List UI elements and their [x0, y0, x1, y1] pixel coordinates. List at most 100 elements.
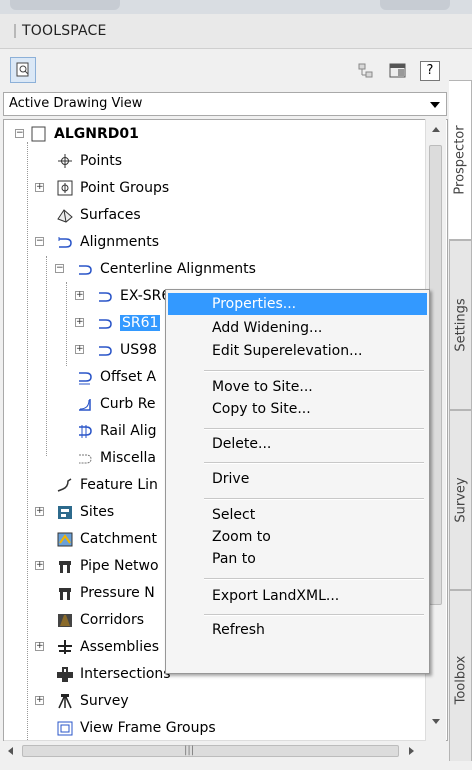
- tree-item-miscellaneous[interactable]: Miscella: [76, 445, 156, 471]
- menu-separator: [204, 428, 424, 430]
- tree-item-surfaces[interactable]: Surfaces: [56, 202, 141, 228]
- menu-item-move-to-site[interactable]: Move to Site...: [168, 376, 427, 398]
- toolspace-titlebar[interactable]: TOOLSPACE: [0, 14, 472, 49]
- tab-label: Settings: [453, 298, 468, 352]
- scroll-down-icon[interactable]: [432, 719, 440, 724]
- expand-toggle[interactable]: +: [35, 561, 44, 570]
- expand-toggle[interactable]: +: [75, 345, 84, 354]
- menu-item-select[interactable]: Select: [168, 504, 427, 526]
- tree-item-centerline-alignments[interactable]: Centerline Alignments: [76, 256, 256, 282]
- assembly-icon: [58, 640, 72, 654]
- context-menu: Properties... Add Widening... Edit Super…: [165, 289, 430, 674]
- tree-item-catchments[interactable]: Catchment: [56, 526, 157, 552]
- view-frame-icon: [57, 721, 73, 736]
- tree-horizontal-scrollbar[interactable]: |||: [4, 740, 425, 761]
- alignment-icon: [99, 346, 112, 356]
- expand-toggle[interactable]: +: [75, 318, 84, 327]
- menu-item-properties[interactable]: Properties...: [168, 293, 427, 315]
- expand-toggle[interactable]: +: [35, 507, 44, 516]
- tree-item-alignments[interactable]: Alignments: [56, 229, 159, 255]
- tree-item-pipe-networks[interactable]: Pipe Netwo: [56, 553, 159, 579]
- menu-item-copy-to-site[interactable]: Copy to Site...: [168, 398, 427, 420]
- collapse-toggle[interactable]: −: [55, 264, 64, 273]
- tree-item-points[interactable]: Points: [56, 148, 122, 174]
- corridor-icon: [58, 614, 72, 627]
- menu-separator: [204, 578, 424, 580]
- help-icon[interactable]: ?: [420, 61, 440, 81]
- tree-item-offset-alignments[interactable]: Offset A: [76, 364, 156, 390]
- pipe-icon: [59, 588, 71, 600]
- alignment-icon: [99, 292, 112, 302]
- tab-label: Survey: [453, 477, 468, 523]
- tree-item-pressure-networks[interactable]: Pressure N: [56, 580, 155, 606]
- menu-separator: [204, 462, 424, 464]
- tab-survey[interactable]: Survey: [449, 410, 472, 590]
- survey-icon: [58, 694, 72, 709]
- point-icon: [58, 154, 72, 168]
- view-dropdown-value: Active Drawing View: [9, 96, 143, 111]
- expand-toggle[interactable]: +: [35, 642, 44, 651]
- tree-item-rail-alignments[interactable]: Rail Alig: [76, 418, 156, 444]
- scroll-thumb[interactable]: [22, 745, 399, 757]
- tree-item-survey[interactable]: Survey: [56, 688, 129, 714]
- menu-item-edit-superelevation[interactable]: Edit Superelevation...: [168, 340, 427, 362]
- tab-toolbox[interactable]: Toolbox: [449, 590, 472, 770]
- tree-item-point-groups[interactable]: Point Groups: [56, 175, 169, 201]
- menu-item-drive[interactable]: Drive: [168, 468, 427, 490]
- expand-toggle[interactable]: +: [75, 291, 84, 300]
- panel-icon[interactable]: [388, 61, 408, 81]
- menu-item-zoom-to[interactable]: Zoom to: [168, 526, 427, 548]
- tree-item-feature-lines[interactable]: Feature Lin: [56, 472, 158, 498]
- tree-item-corridors[interactable]: Corridors: [56, 607, 144, 633]
- top-tab-shadow: [10, 0, 120, 10]
- pan-button[interactable]: [10, 57, 36, 83]
- tree-item-sites[interactable]: Sites: [56, 499, 114, 525]
- top-tab-shadow: [380, 0, 450, 10]
- item-view-icon[interactable]: [357, 61, 377, 81]
- scroll-left-icon[interactable]: [8, 747, 13, 755]
- toolspace-side-tabs: Prospector Settings Survey Toolbox: [449, 80, 472, 770]
- drawing-icon: [31, 126, 46, 142]
- menu-item-refresh[interactable]: Refresh: [168, 619, 427, 641]
- tab-label: Prospector: [452, 125, 468, 195]
- tree-item-us98[interactable]: US98: [96, 337, 157, 363]
- expand-toggle[interactable]: +: [35, 696, 44, 705]
- scroll-thumb[interactable]: [429, 145, 442, 605]
- chevron-down-icon[interactable]: [430, 102, 440, 108]
- surface-icon: [57, 209, 73, 223]
- menu-item-add-widening[interactable]: Add Widening...: [168, 317, 427, 339]
- menu-item-pan-to[interactable]: Pan to: [168, 548, 427, 570]
- window-top-strip: [0, 0, 472, 14]
- tree-item-assemblies[interactable]: Assemblies: [56, 634, 159, 660]
- scroll-up-icon[interactable]: [432, 127, 440, 132]
- pipe-icon: [59, 561, 71, 573]
- scroll-right-icon[interactable]: [409, 747, 414, 755]
- tree-connector: [46, 256, 47, 456]
- alignment-icon: [79, 454, 92, 464]
- tree-item-curb-returns[interactable]: Curb Re: [76, 391, 155, 417]
- menu-separator: [204, 498, 424, 500]
- menu-item-delete[interactable]: Delete...: [168, 433, 427, 455]
- toolbar: ?: [0, 49, 472, 91]
- tree-root[interactable]: ALGNRD01: [30, 121, 139, 147]
- grip-icon[interactable]: [14, 24, 16, 38]
- alignment-icon: [79, 265, 92, 275]
- menu-item-export-landxml[interactable]: Export LandXML...: [168, 585, 427, 607]
- tab-settings[interactable]: Settings: [449, 240, 472, 410]
- tab-prospector[interactable]: Prospector: [449, 80, 472, 240]
- alignment-icon: [58, 237, 72, 248]
- collapse-toggle[interactable]: −: [35, 237, 44, 246]
- tree-connector: [66, 282, 67, 366]
- tree-item-sr61[interactable]: SR61: [96, 310, 161, 336]
- feature-line-icon: [57, 478, 72, 492]
- panel-bottom-edge: [0, 761, 472, 770]
- tree-item-intersections[interactable]: Intersections: [56, 661, 171, 687]
- tab-label: Toolbox: [453, 655, 468, 705]
- view-dropdown[interactable]: Active Drawing View: [3, 92, 447, 116]
- collapse-root-toggle[interactable]: −: [15, 129, 24, 138]
- expand-toggle[interactable]: +: [35, 183, 44, 192]
- tree-item-view-frame-groups[interactable]: View Frame Groups: [56, 715, 216, 740]
- intersection-icon: [57, 667, 73, 682]
- grip-icon: |||: [184, 745, 195, 756]
- panel-title: TOOLSPACE: [22, 23, 107, 39]
